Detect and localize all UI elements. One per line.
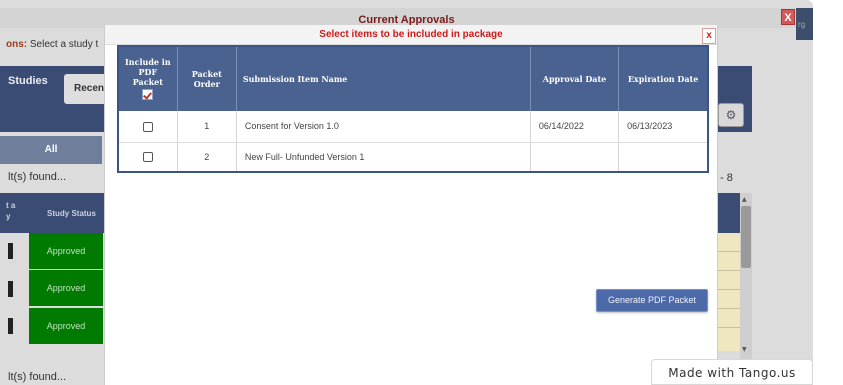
row-marker <box>8 281 13 297</box>
column-header-expiration-date: Expiration Date <box>618 46 709 111</box>
row-marker <box>8 318 13 334</box>
approval-date-cell <box>530 142 620 173</box>
column-header-include: Include in PDF Packet <box>118 46 178 111</box>
include-checkbox[interactable] <box>142 152 153 163</box>
instructions-text: ons: Select a study t <box>6 39 98 50</box>
row-divider <box>718 308 740 309</box>
table-row: 1 Consent for Version 1.0 06/14/2022 06/… <box>118 111 709 143</box>
tab-all[interactable]: All <box>0 136 102 164</box>
packet-order-cell: 1 <box>177 111 237 143</box>
instructions-label: ons: <box>6 39 28 50</box>
row-divider <box>718 327 740 328</box>
table-row: 2 New Full- Unfunded Version 1 <box>118 142 709 173</box>
packet-order-cell: 2 <box>177 142 237 173</box>
row-marker <box>8 243 13 259</box>
results-count-bottom: lt(s) found... <box>8 371 67 383</box>
column-header-truncated: t ay <box>6 201 16 221</box>
submission-items-table: Include in PDF Packet Packet Order Submi… <box>117 45 709 173</box>
gear-icon: ⚙ <box>725 108 737 122</box>
scroll-up-icon[interactable]: ▲ <box>742 196 747 203</box>
row-divider <box>718 270 740 271</box>
studies-table-header-right <box>718 193 740 233</box>
column-header-packet-order: Packet Order <box>177 46 237 111</box>
tango-watermark: Made with Tango.us <box>651 359 813 385</box>
dialog-title: Select items to be included in package <box>319 29 503 40</box>
select-all-checkbox-icon[interactable] <box>142 88 154 100</box>
item-name-cell: New Full- Unfunded Version 1 <box>236 142 531 173</box>
generate-pdf-packet-button[interactable]: Generate PDF Packet <box>596 289 708 312</box>
row-divider <box>718 289 740 290</box>
status-badge: Approved <box>29 233 103 269</box>
approval-date-cell: 06/14/2022 <box>530 111 620 143</box>
studies-heading: Studies <box>8 75 48 87</box>
column-header-item-name: Submission Item Name <box>236 46 531 111</box>
row-divider <box>718 251 740 252</box>
item-name-cell: Consent for Version 1.0 <box>236 111 531 143</box>
status-badge: Approved <box>29 270 103 306</box>
expiration-date-cell: 06/13/2023 <box>618 111 709 143</box>
dialog-titlebar: Select items to be included in package <box>105 25 717 45</box>
package-dialog: Select items to be included in package x… <box>104 25 718 385</box>
column-header-study-status: Study Status <box>47 209 96 218</box>
settings-button[interactable]: ⚙ <box>718 103 744 127</box>
table-header-row: Include in PDF Packet Packet Order Submi… <box>118 46 709 111</box>
include-cell <box>118 111 178 143</box>
include-checkbox[interactable] <box>142 121 153 132</box>
table-scrollbar-thumb[interactable] <box>741 206 751 268</box>
page-range: - 8 <box>720 172 733 184</box>
instructions-body: Select a study t <box>29 39 99 50</box>
scroll-down-icon[interactable]: ▼ <box>742 346 747 353</box>
background-edge-text: rg <box>798 20 806 29</box>
include-cell <box>118 142 178 173</box>
dialog-close-button[interactable]: x <box>702 28 716 44</box>
expiration-date-cell <box>618 142 709 173</box>
column-header-approval-date: Approval Date <box>530 46 620 111</box>
status-badge: Approved <box>29 308 103 344</box>
tab-recent[interactable]: Recen <box>64 74 108 104</box>
results-count: lt(s) found... <box>8 171 67 183</box>
background-close-button[interactable]: X <box>781 9 795 25</box>
